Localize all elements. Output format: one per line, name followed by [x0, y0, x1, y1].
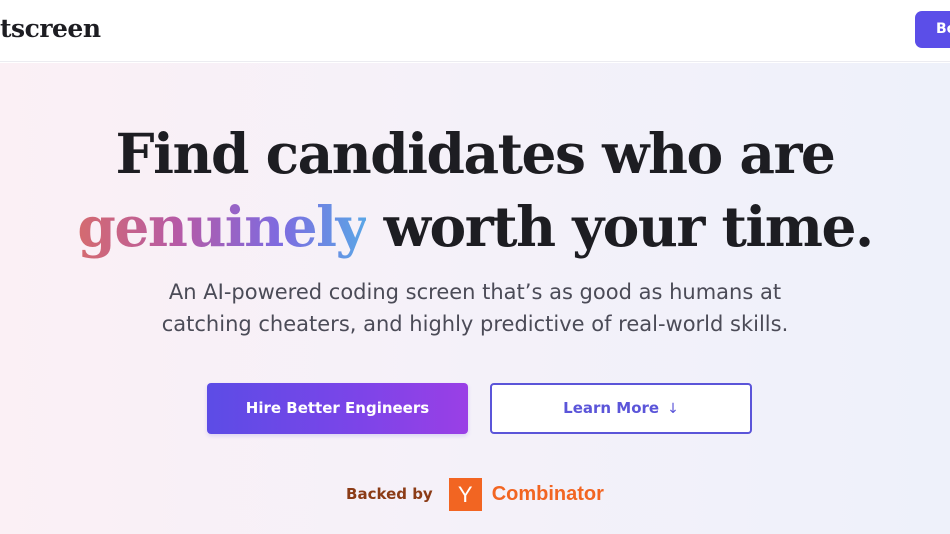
headline-line-2-rest: worth your time.	[366, 194, 874, 259]
headline-highlight: genuinely	[77, 194, 367, 259]
y-combinator-logo-icon: Y	[448, 477, 482, 511]
backed-by-label: Backed by	[346, 485, 433, 503]
learn-more-button[interactable]: Learn More ↓	[490, 383, 752, 434]
hero-subhead: An AI-powered coding screen that’s as go…	[0, 276, 950, 340]
y-combinator-wordmark: Combinator	[491, 482, 604, 505]
learn-more-label: Learn More	[563, 399, 660, 417]
brand-logo-text[interactable]: tscreen	[0, 14, 101, 43]
hero-headline: Find candidates who are genuinely worth …	[0, 117, 950, 263]
hire-better-engineers-label: Hire Better Engineers	[245, 399, 430, 417]
subhead-line-1: An AI-powered coding screen that’s as go…	[168, 280, 782, 304]
top-navbar: tscreen Bo	[0, 0, 950, 62]
headline-line-1: Find candidates who are	[115, 121, 836, 186]
subhead-line-2: catching cheaters, and highly predictive…	[161, 312, 789, 336]
hire-better-engineers-button[interactable]: Hire Better Engineers	[207, 383, 468, 434]
nav-cta-button[interactable]: Bo	[915, 11, 950, 48]
arrow-down-icon: ↓	[667, 401, 679, 417]
headline-line-2: genuinely worth your time.	[0, 190, 950, 263]
backed-by-row: Backed by Y Combinator	[0, 477, 950, 511]
